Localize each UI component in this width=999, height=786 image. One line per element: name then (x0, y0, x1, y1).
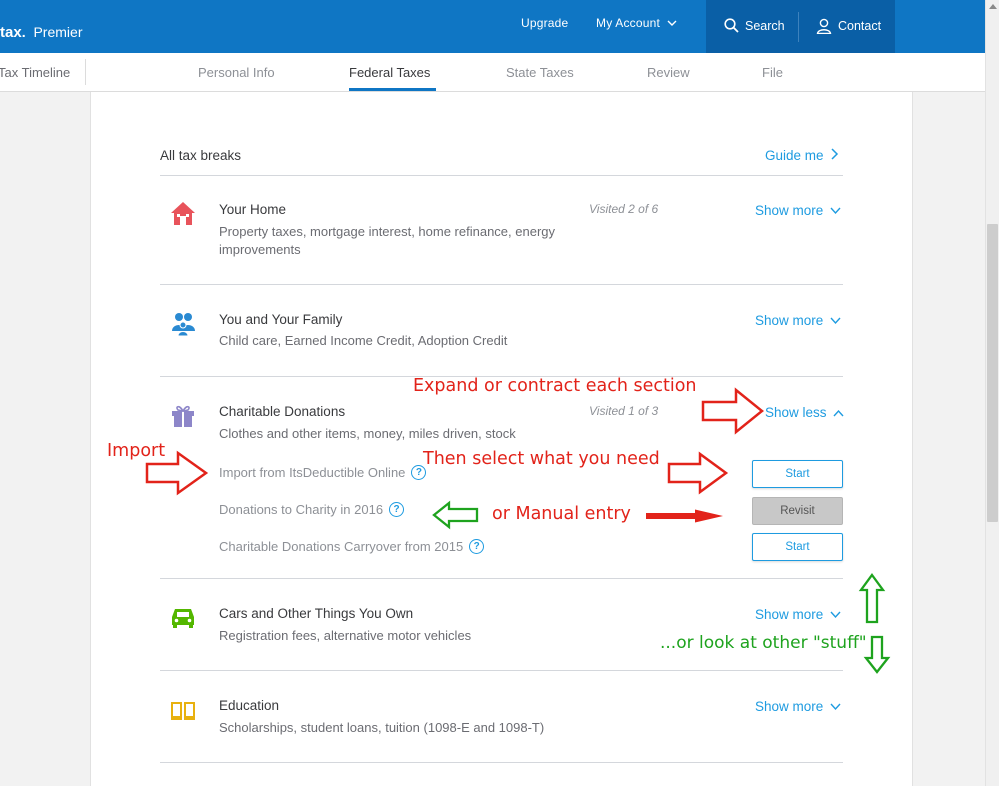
toggle-label: Show more (755, 699, 824, 714)
start-button-import[interactable]: Start (752, 460, 843, 488)
arrow-right-icon (145, 450, 209, 496)
annotation-select: Then select what you need (423, 449, 660, 469)
tab-review[interactable]: Review (647, 65, 690, 80)
section-desc-charitable: Clothes and other items, money, miles dr… (219, 426, 516, 441)
page-title: All tax breaks (160, 148, 242, 163)
guide-me-link[interactable]: Guide me (765, 148, 839, 163)
brand-name: tax (0, 24, 22, 41)
sub-item-label: Charitable Donations Carryover from 2015 (219, 539, 464, 554)
section-nav: Tax Timeline Personal Info Federal Taxes… (0, 53, 985, 92)
car-icon (172, 609, 194, 628)
top-actions: Search Contact (706, 0, 895, 53)
toggle-education[interactable]: Show more (755, 699, 841, 714)
contact-button[interactable]: Contact (816, 18, 881, 34)
top-bar: tax. Premier Upgrade My Account Search C… (0, 0, 985, 53)
visited-status: Visited 1 of 3 (589, 404, 659, 418)
tab-file[interactable]: File (762, 65, 783, 80)
toggle-label: Show more (755, 313, 824, 328)
tab-personal-info[interactable]: Personal Info (198, 65, 275, 80)
divider (160, 670, 843, 671)
annotation-other: ...or look at other "stuff" (660, 633, 867, 653)
house-icon (171, 202, 195, 225)
toggle-your-home[interactable]: Show more (755, 203, 841, 218)
section-title-cars: Cars and Other Things You Own (219, 606, 414, 621)
toggle-cars[interactable]: Show more (755, 607, 841, 622)
person-icon (816, 18, 832, 34)
my-account-label: My Account (596, 16, 661, 30)
divider (160, 762, 843, 763)
visited-status: Visited 2 of 6 (589, 202, 659, 216)
toggle-charitable[interactable]: Show less (765, 405, 844, 420)
scroll-thumb[interactable] (987, 224, 998, 522)
chevron-down-icon (830, 317, 841, 325)
revisit-button-donations[interactable]: Revisit (752, 497, 843, 525)
tab-state-taxes[interactable]: State Taxes (506, 65, 574, 80)
arrow-down-icon (863, 635, 891, 674)
section-desc-cars: Registration fees, alternative motor veh… (219, 628, 472, 643)
chevron-down-icon (830, 703, 841, 711)
sub-item-import: Import from ItsDeductible Online ? (219, 465, 427, 480)
sub-item-carryover: Charitable Donations Carryover from 2015… (219, 539, 485, 554)
guide-me-label: Guide me (765, 148, 824, 163)
toggle-family[interactable]: Show more (755, 313, 841, 328)
sub-item-label: Import from ItsDeductible Online (219, 465, 406, 480)
my-account-menu[interactable]: My Account (596, 16, 677, 30)
scroll-up-arrow-icon[interactable] (989, 4, 997, 9)
family-icon (172, 313, 195, 337)
tab-federal-taxes[interactable]: Federal Taxes (349, 65, 430, 80)
arrow-right-icon (701, 387, 764, 435)
section-desc-your-home: Property taxes, mortgage interest, home … (219, 224, 556, 257)
help-icon[interactable]: ? (389, 502, 405, 517)
section-title-family: You and Your Family (219, 312, 343, 327)
toggle-label: Show more (755, 203, 824, 218)
active-tab-indicator (349, 88, 436, 91)
toggle-label: Show less (765, 405, 827, 420)
chevron-right-icon (831, 148, 839, 160)
help-icon[interactable]: ? (469, 539, 485, 554)
book-icon (171, 702, 195, 720)
chevron-down-icon (830, 611, 841, 619)
arrow-right-icon (646, 509, 723, 523)
section-title-your-home: Your Home (219, 202, 287, 217)
toggle-label: Show more (755, 607, 824, 622)
page-scrollbar[interactable] (985, 0, 999, 786)
section-title-charitable: Charitable Donations (219, 404, 346, 419)
search-button[interactable]: Search (724, 18, 785, 33)
divider (160, 175, 843, 176)
brand-logo[interactable]: tax. Premier (0, 24, 82, 41)
arrow-up-icon (858, 573, 886, 624)
sub-item-donations: Donations to Charity in 2016 ? (219, 502, 405, 517)
divider (85, 59, 86, 85)
upgrade-link[interactable]: Upgrade (521, 16, 568, 30)
section-desc-family: Child care, Earned Income Credit, Adopti… (219, 333, 508, 348)
section-desc-education: Scholarships, student loans, tuition (10… (219, 720, 545, 735)
start-button-carryover[interactable]: Start (752, 533, 843, 561)
arrow-right-icon (667, 451, 729, 495)
sub-item-label: Donations to Charity in 2016 (219, 502, 384, 517)
search-icon (724, 18, 739, 33)
divider (160, 578, 843, 579)
search-label: Search (745, 18, 785, 33)
chevron-down-icon (830, 207, 841, 215)
gift-icon (172, 405, 194, 427)
brand-product: Premier (33, 24, 83, 40)
divider (160, 284, 843, 285)
divider (798, 12, 799, 42)
tax-timeline-link[interactable]: Tax Timeline (0, 65, 70, 80)
chevron-up-icon (833, 409, 844, 417)
chevron-down-icon (667, 20, 677, 26)
contact-label: Contact (838, 19, 882, 33)
annotation-manual: or Manual entry (492, 504, 631, 524)
section-title-education: Education (219, 698, 280, 713)
annotation-expand: Expand or contract each section (413, 376, 697, 396)
arrow-left-icon (432, 500, 479, 530)
